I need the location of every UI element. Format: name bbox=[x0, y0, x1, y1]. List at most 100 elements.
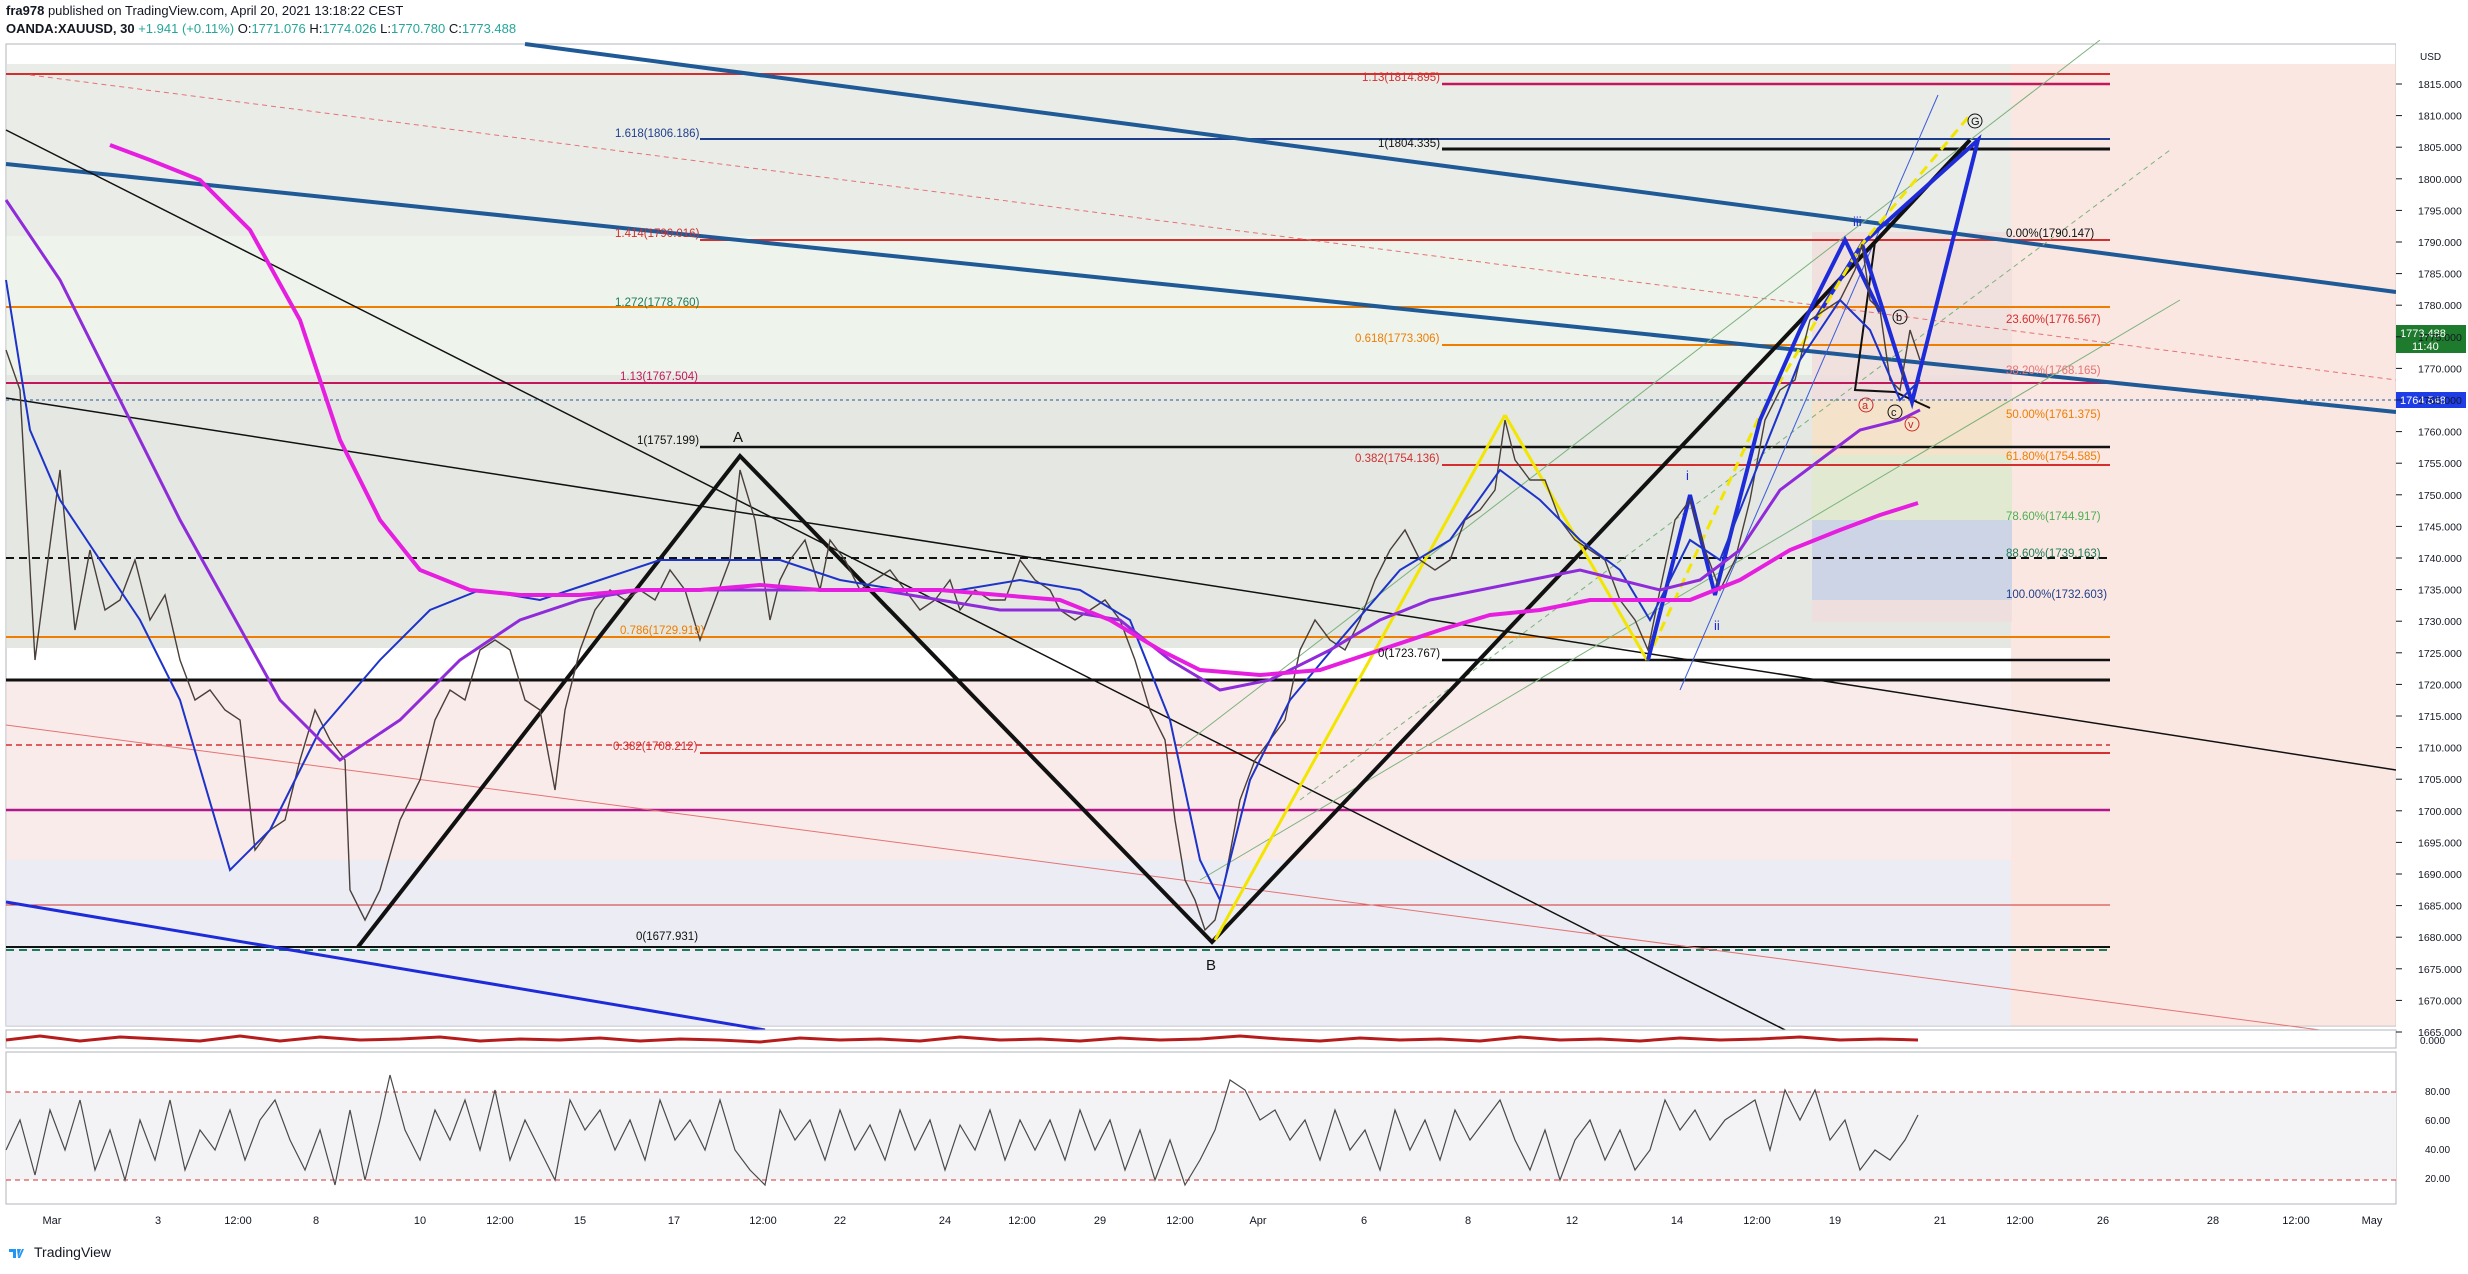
rsi-tick-40: 40.00 bbox=[2425, 1145, 2450, 1156]
fib-label-13: 0.786(1729.919) bbox=[620, 625, 705, 637]
fib-label-5: 1.272(1778.760) bbox=[615, 297, 700, 309]
rsi-axis: 80.00 60.00 40.00 20.00 bbox=[2425, 1087, 2450, 1185]
tradingview-icon bbox=[9, 1249, 24, 1258]
fib-label-8: 1(1757.199) bbox=[637, 435, 699, 447]
low-label: L: bbox=[380, 21, 392, 36]
fib-label-9: 0.382(1754.136) bbox=[1355, 453, 1440, 465]
price-tick: 1765.000 bbox=[2418, 395, 2462, 407]
price-tick: 1720.000 bbox=[2418, 679, 2462, 691]
price-tick: 1750.000 bbox=[2418, 490, 2462, 502]
symbol-info: OANDA:XAUUSD, 30 +1.941 (+0.11%) O:1771.… bbox=[6, 21, 516, 36]
time-tick: 22 bbox=[834, 1215, 846, 1227]
price-tick: 1745.000 bbox=[2418, 521, 2462, 533]
wave-label-i: i bbox=[1686, 468, 1689, 483]
time-tick: 12 bbox=[1566, 1215, 1578, 1227]
time-tick: Apr bbox=[1249, 1215, 1266, 1227]
retr-label-1: 23.60%(1776.567) bbox=[2006, 314, 2101, 326]
wave-label-a: a bbox=[1862, 400, 1869, 412]
price-tick: 1760.000 bbox=[2418, 427, 2462, 439]
symbol-name[interactable]: OANDA:XAUUSD, 30 bbox=[6, 21, 135, 36]
price-tick: 1815.000 bbox=[2418, 79, 2462, 91]
zone-blue bbox=[6, 860, 2011, 1026]
price-tick: 1790.000 bbox=[2418, 237, 2462, 249]
open-label: O: bbox=[237, 21, 252, 36]
chart-header: fra978 published on TradingView.com, Apr… bbox=[0, 0, 2468, 40]
retr-label-2: 38.20%(1768.165) bbox=[2006, 365, 2101, 377]
time-tick: 6 bbox=[1361, 1215, 1367, 1227]
brand-name: TradingView bbox=[34, 1244, 112, 1260]
zone-right bbox=[2011, 64, 2396, 1026]
time-tick: 10 bbox=[414, 1215, 426, 1227]
close-label: C: bbox=[448, 21, 462, 36]
price-tick: 1695.000 bbox=[2418, 837, 2462, 849]
fib-label-6: 0.618(1773.306) bbox=[1355, 333, 1440, 345]
wave-label-c: c bbox=[1891, 407, 1897, 419]
currency-label: USD bbox=[2420, 52, 2441, 63]
price-tick: 1665.000 bbox=[2418, 1027, 2462, 1039]
time-tick: 26 bbox=[2097, 1215, 2109, 1227]
retr-label-3: 50.00%(1761.375) bbox=[2006, 409, 2101, 421]
time-tick: 24 bbox=[939, 1215, 951, 1227]
price-axis[interactable]: USD bbox=[2396, 40, 2468, 1050]
zone-pink bbox=[6, 680, 2011, 860]
wave-label-b: b bbox=[1896, 312, 1902, 324]
time-tick: 15 bbox=[574, 1215, 586, 1227]
tradingview-logo[interactable]: TradingView bbox=[8, 1244, 111, 1260]
price-tick: 1770.000 bbox=[2418, 363, 2462, 375]
retr-label-6: 88.60%(1739.163) bbox=[2006, 548, 2101, 560]
time-tick: 12:00 bbox=[1166, 1215, 1194, 1227]
time-tick: 29 bbox=[1094, 1215, 1106, 1227]
time-tick: 8 bbox=[313, 1215, 319, 1227]
time-tick: 21 bbox=[1934, 1215, 1946, 1227]
wave-label-iii: iii bbox=[1853, 214, 1862, 229]
price-tick: 1700.000 bbox=[2418, 806, 2462, 818]
time-axis[interactable]: Mar 3 12:00 8 10 12:00 15 17 12:00 22 24 12:00 29 12:… bbox=[43, 1215, 2383, 1227]
price-chart[interactable]: 1.13(1814.895) 1.618(1806.186) 1(1804.33… bbox=[0, 40, 2468, 1240]
rsi-tick-20: 20.00 bbox=[2425, 1174, 2450, 1185]
price-tick: 1810.000 bbox=[2418, 111, 2462, 123]
time-tick: 12:00 bbox=[224, 1215, 252, 1227]
time-tick: 12:00 bbox=[486, 1215, 514, 1227]
price-tick: 1690.000 bbox=[2418, 869, 2462, 881]
price-tick: 1735.000 bbox=[2418, 585, 2462, 597]
rsi-band bbox=[6, 1092, 2396, 1180]
time-tick: 14 bbox=[1671, 1215, 1683, 1227]
price-tick: 1680.000 bbox=[2418, 932, 2462, 944]
time-tick: 19 bbox=[1829, 1215, 1841, 1227]
fib-label-12: 0(1677.931) bbox=[636, 931, 698, 943]
retr-label-7: 100.00%(1732.603) bbox=[2006, 589, 2107, 601]
price-tick: 1805.000 bbox=[2418, 142, 2462, 154]
price-tick: 1685.000 bbox=[2418, 901, 2462, 913]
low-value: 1770.780 bbox=[391, 21, 446, 36]
price-tick: 1775.000 bbox=[2418, 332, 2462, 344]
time-tick: 12:00 bbox=[1008, 1215, 1036, 1227]
time-tick: Mar bbox=[43, 1215, 62, 1227]
retr-label-5: 78.60%(1744.917) bbox=[2006, 511, 2101, 523]
high-value: 1774.026 bbox=[322, 21, 377, 36]
publish-info: fra978 published on TradingView.com, Apr… bbox=[6, 3, 403, 18]
rsi-tick-80: 80.00 bbox=[2425, 1087, 2450, 1098]
time-tick: 12:00 bbox=[2006, 1215, 2034, 1227]
price-tick: 1755.000 bbox=[2418, 458, 2462, 470]
retr-label-4: 61.80%(1754.585) bbox=[2006, 451, 2101, 463]
price-tick: 1715.000 bbox=[2418, 711, 2462, 723]
high-label: H: bbox=[309, 21, 323, 36]
fib-label-4: 1.414(1790.016) bbox=[615, 228, 700, 240]
fib-label-3: 1(1804.335) bbox=[1378, 138, 1440, 150]
open-value: 1771.076 bbox=[251, 21, 306, 36]
price-change: +1.941 (+0.11%) bbox=[138, 21, 235, 36]
time-tick: May bbox=[2362, 1215, 2383, 1227]
wave-label-B: B bbox=[1206, 957, 1216, 974]
time-tick: 12:00 bbox=[2282, 1215, 2310, 1227]
price-tick: 1710.000 bbox=[2418, 743, 2462, 755]
wave-label-v: v bbox=[1908, 419, 1914, 431]
wave-label-G: G bbox=[1971, 116, 1980, 128]
fib-label-11: 0.382(1708.212) bbox=[613, 741, 698, 753]
time-tick: 12:00 bbox=[1743, 1215, 1771, 1227]
fib-label-1: 1.13(1814.895) bbox=[1362, 72, 1440, 84]
time-tick: 3 bbox=[155, 1215, 161, 1227]
wave-label-ii: ii bbox=[1714, 618, 1720, 633]
author-name[interactable]: fra978 bbox=[6, 3, 44, 18]
retr-label-0: 0.00%(1790.147) bbox=[2006, 228, 2094, 240]
fib-label-2: 1.618(1806.186) bbox=[615, 128, 700, 140]
